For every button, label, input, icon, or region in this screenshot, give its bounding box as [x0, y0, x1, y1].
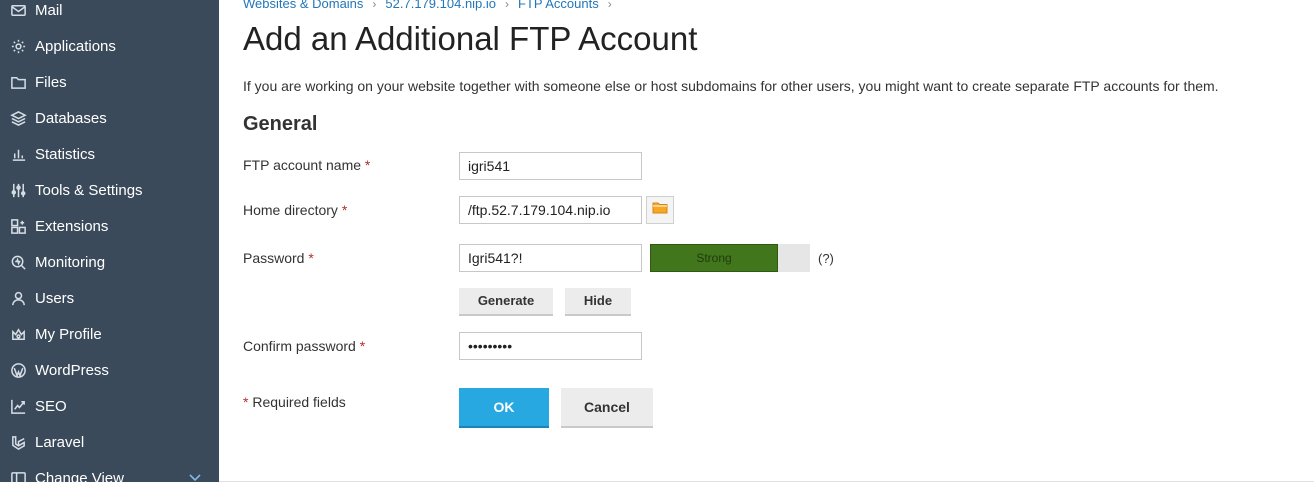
sidebar-item-label: Files [35, 73, 67, 91]
sidebar-item-label: Mail [35, 1, 63, 19]
gear-icon [9, 37, 27, 55]
sidebar-item-seo[interactable]: SEO [0, 388, 219, 424]
sidebar-item-label: Applications [35, 37, 116, 55]
password-strength-meter: Strong [650, 244, 810, 272]
wordpress-icon [9, 361, 27, 379]
browse-folder-button[interactable] [646, 196, 674, 224]
folder-open-icon [652, 201, 668, 220]
sidebar-item-statistics[interactable]: Statistics [0, 136, 219, 172]
breadcrumb: Websites & Domains › 52.7.179.104.nip.io… [243, 0, 621, 11]
sidebar-item-label: WordPress [35, 361, 109, 379]
password-label: Password * [243, 250, 314, 266]
sidebar-item-label: Extensions [35, 217, 109, 235]
home-directory-label-text: Home directory [243, 202, 338, 218]
ok-button[interactable]: OK [459, 388, 549, 428]
sliders-icon [9, 181, 27, 199]
password-strength-text: Strong [696, 251, 732, 265]
breadcrumb-websites-domains[interactable]: Websites & Domains [243, 0, 363, 11]
breadcrumb-separator: › [372, 0, 377, 11]
seo-chart-icon [9, 397, 27, 415]
password-strength-help[interactable]: (?) [818, 251, 834, 266]
required-marker: * [359, 338, 366, 354]
main-content: Websites & Domains › 52.7.179.104.nip.io… [219, 0, 1314, 482]
sidebar-item-change-view[interactable]: Change View [0, 460, 219, 482]
ftp-name-label-text: FTP account name [243, 157, 362, 173]
extensions-grid-icon [9, 217, 27, 235]
sidebar-item-label: Laravel [35, 433, 85, 451]
ftp-name-label: FTP account name * [243, 157, 370, 173]
generate-password-button[interactable]: Generate [459, 288, 553, 316]
sidebar-item-users[interactable]: Users [0, 280, 219, 316]
sidebar-item-mail[interactable]: Mail [0, 0, 219, 28]
required-marker: * [341, 202, 348, 218]
home-directory-input[interactable]: /ftp.52.7.179.104.nip.io [459, 196, 642, 224]
database-layers-icon [9, 109, 27, 127]
laravel-icon [9, 433, 27, 451]
breadcrumb-ftp-accounts[interactable]: FTP Accounts [518, 0, 599, 11]
chevron-down-icon[interactable] [189, 470, 201, 482]
confirm-password-label-text: Confirm password [243, 338, 356, 354]
required-fields-text: Required fields [252, 394, 346, 410]
sidebar-item-wordpress[interactable]: WordPress [0, 352, 219, 388]
password-label-text: Password [243, 250, 305, 266]
sidebar-item-label: Tools & Settings [35, 181, 143, 199]
mail-icon [9, 1, 27, 19]
sidebar: Mail Applications Files Databases Statis… [0, 0, 219, 482]
sidebar-item-monitoring[interactable]: Monitoring [0, 244, 219, 280]
confirm-password-label: Confirm password * [243, 338, 365, 354]
sidebar-item-files[interactable]: Files [0, 64, 219, 100]
sidebar-item-databases[interactable]: Databases [0, 100, 219, 136]
sidebar-item-label: My Profile [35, 325, 102, 343]
monitoring-magnifier-icon [9, 253, 27, 271]
sidebar-item-label: Monitoring [35, 253, 106, 271]
sidebar-item-label: Users [35, 289, 75, 307]
password-input[interactable]: Igri541?! [459, 244, 642, 272]
sidebar-item-label: SEO [35, 397, 67, 415]
crown-profile-icon [9, 325, 27, 343]
sidebar-item-label: Databases [35, 109, 107, 127]
confirm-password-input[interactable]: ••••••••• [459, 332, 642, 360]
sidebar-item-my-profile[interactable]: My Profile [0, 316, 219, 352]
breadcrumb-domain[interactable]: 52.7.179.104.nip.io [385, 0, 496, 11]
required-fields-note: * Required fields [243, 394, 346, 410]
sidebar-item-label: Statistics [35, 145, 96, 163]
folder-icon [9, 73, 27, 91]
sidebar-item-label: Change View [35, 469, 124, 482]
hide-password-button[interactable]: Hide [565, 288, 631, 316]
required-marker: * [364, 157, 371, 173]
ftp-account-name-input[interactable]: igri541 [459, 152, 642, 180]
sidebar-item-applications[interactable]: Applications [0, 28, 219, 64]
required-marker: * [308, 250, 314, 266]
cancel-button[interactable]: Cancel [561, 388, 653, 428]
sidebar-item-tools-settings[interactable]: Tools & Settings [0, 172, 219, 208]
required-marker: * [243, 394, 249, 410]
change-view-icon [9, 469, 27, 482]
breadcrumb-separator: › [505, 0, 510, 11]
page-title: Add an Additional FTP Account [243, 20, 698, 57]
bar-chart-icon [9, 145, 27, 163]
section-title-general: General [243, 113, 318, 135]
sidebar-item-extensions[interactable]: Extensions [0, 208, 219, 244]
home-directory-label: Home directory * [243, 202, 347, 218]
user-icon [9, 289, 27, 307]
sidebar-item-laravel[interactable]: Laravel [0, 424, 219, 460]
page-description: If you are working on your website toget… [243, 78, 1219, 94]
breadcrumb-separator: › [607, 0, 612, 11]
